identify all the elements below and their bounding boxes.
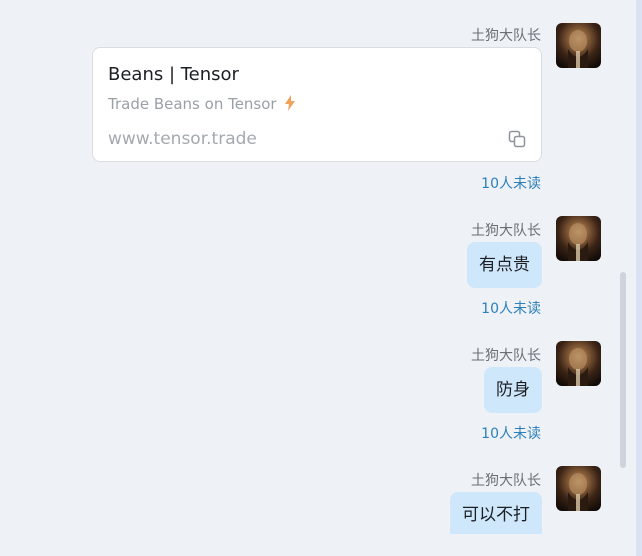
sender-name: 土狗大队长 [471,473,541,489]
unread-count[interactable]: 10人未读 [481,173,541,193]
bolt-icon [284,95,295,115]
avatar[interactable] [556,23,601,68]
window-edge [636,0,642,556]
avatar[interactable] [556,216,601,261]
sender-name: 土狗大队长 [471,348,541,364]
card-description: Trade Beans on Tensor [108,95,295,115]
avatar[interactable] [556,341,601,386]
unread-count[interactable]: 10人未读 [481,423,541,443]
sender-name: 土狗大队长 [471,223,541,239]
sender-name: 土狗大队长 [471,28,541,44]
message-bubble[interactable]: 可以不打 [450,492,542,534]
message-bubble[interactable]: 防身 [484,367,542,413]
link-card[interactable]: Beans | Tensor Trade Beans on Tensor www… [92,47,542,162]
avatar[interactable] [556,466,601,511]
card-url[interactable]: www.tensor.trade [108,129,257,149]
message-bubble[interactable]: 有点贵 [467,242,542,288]
unread-count[interactable]: 10人未读 [481,298,541,318]
card-title: Beans | Tensor [108,64,239,85]
copy-icon[interactable] [508,130,526,148]
scrollbar-thumb[interactable] [620,272,626,468]
card-description-text: Trade Beans on Tensor [108,95,277,113]
